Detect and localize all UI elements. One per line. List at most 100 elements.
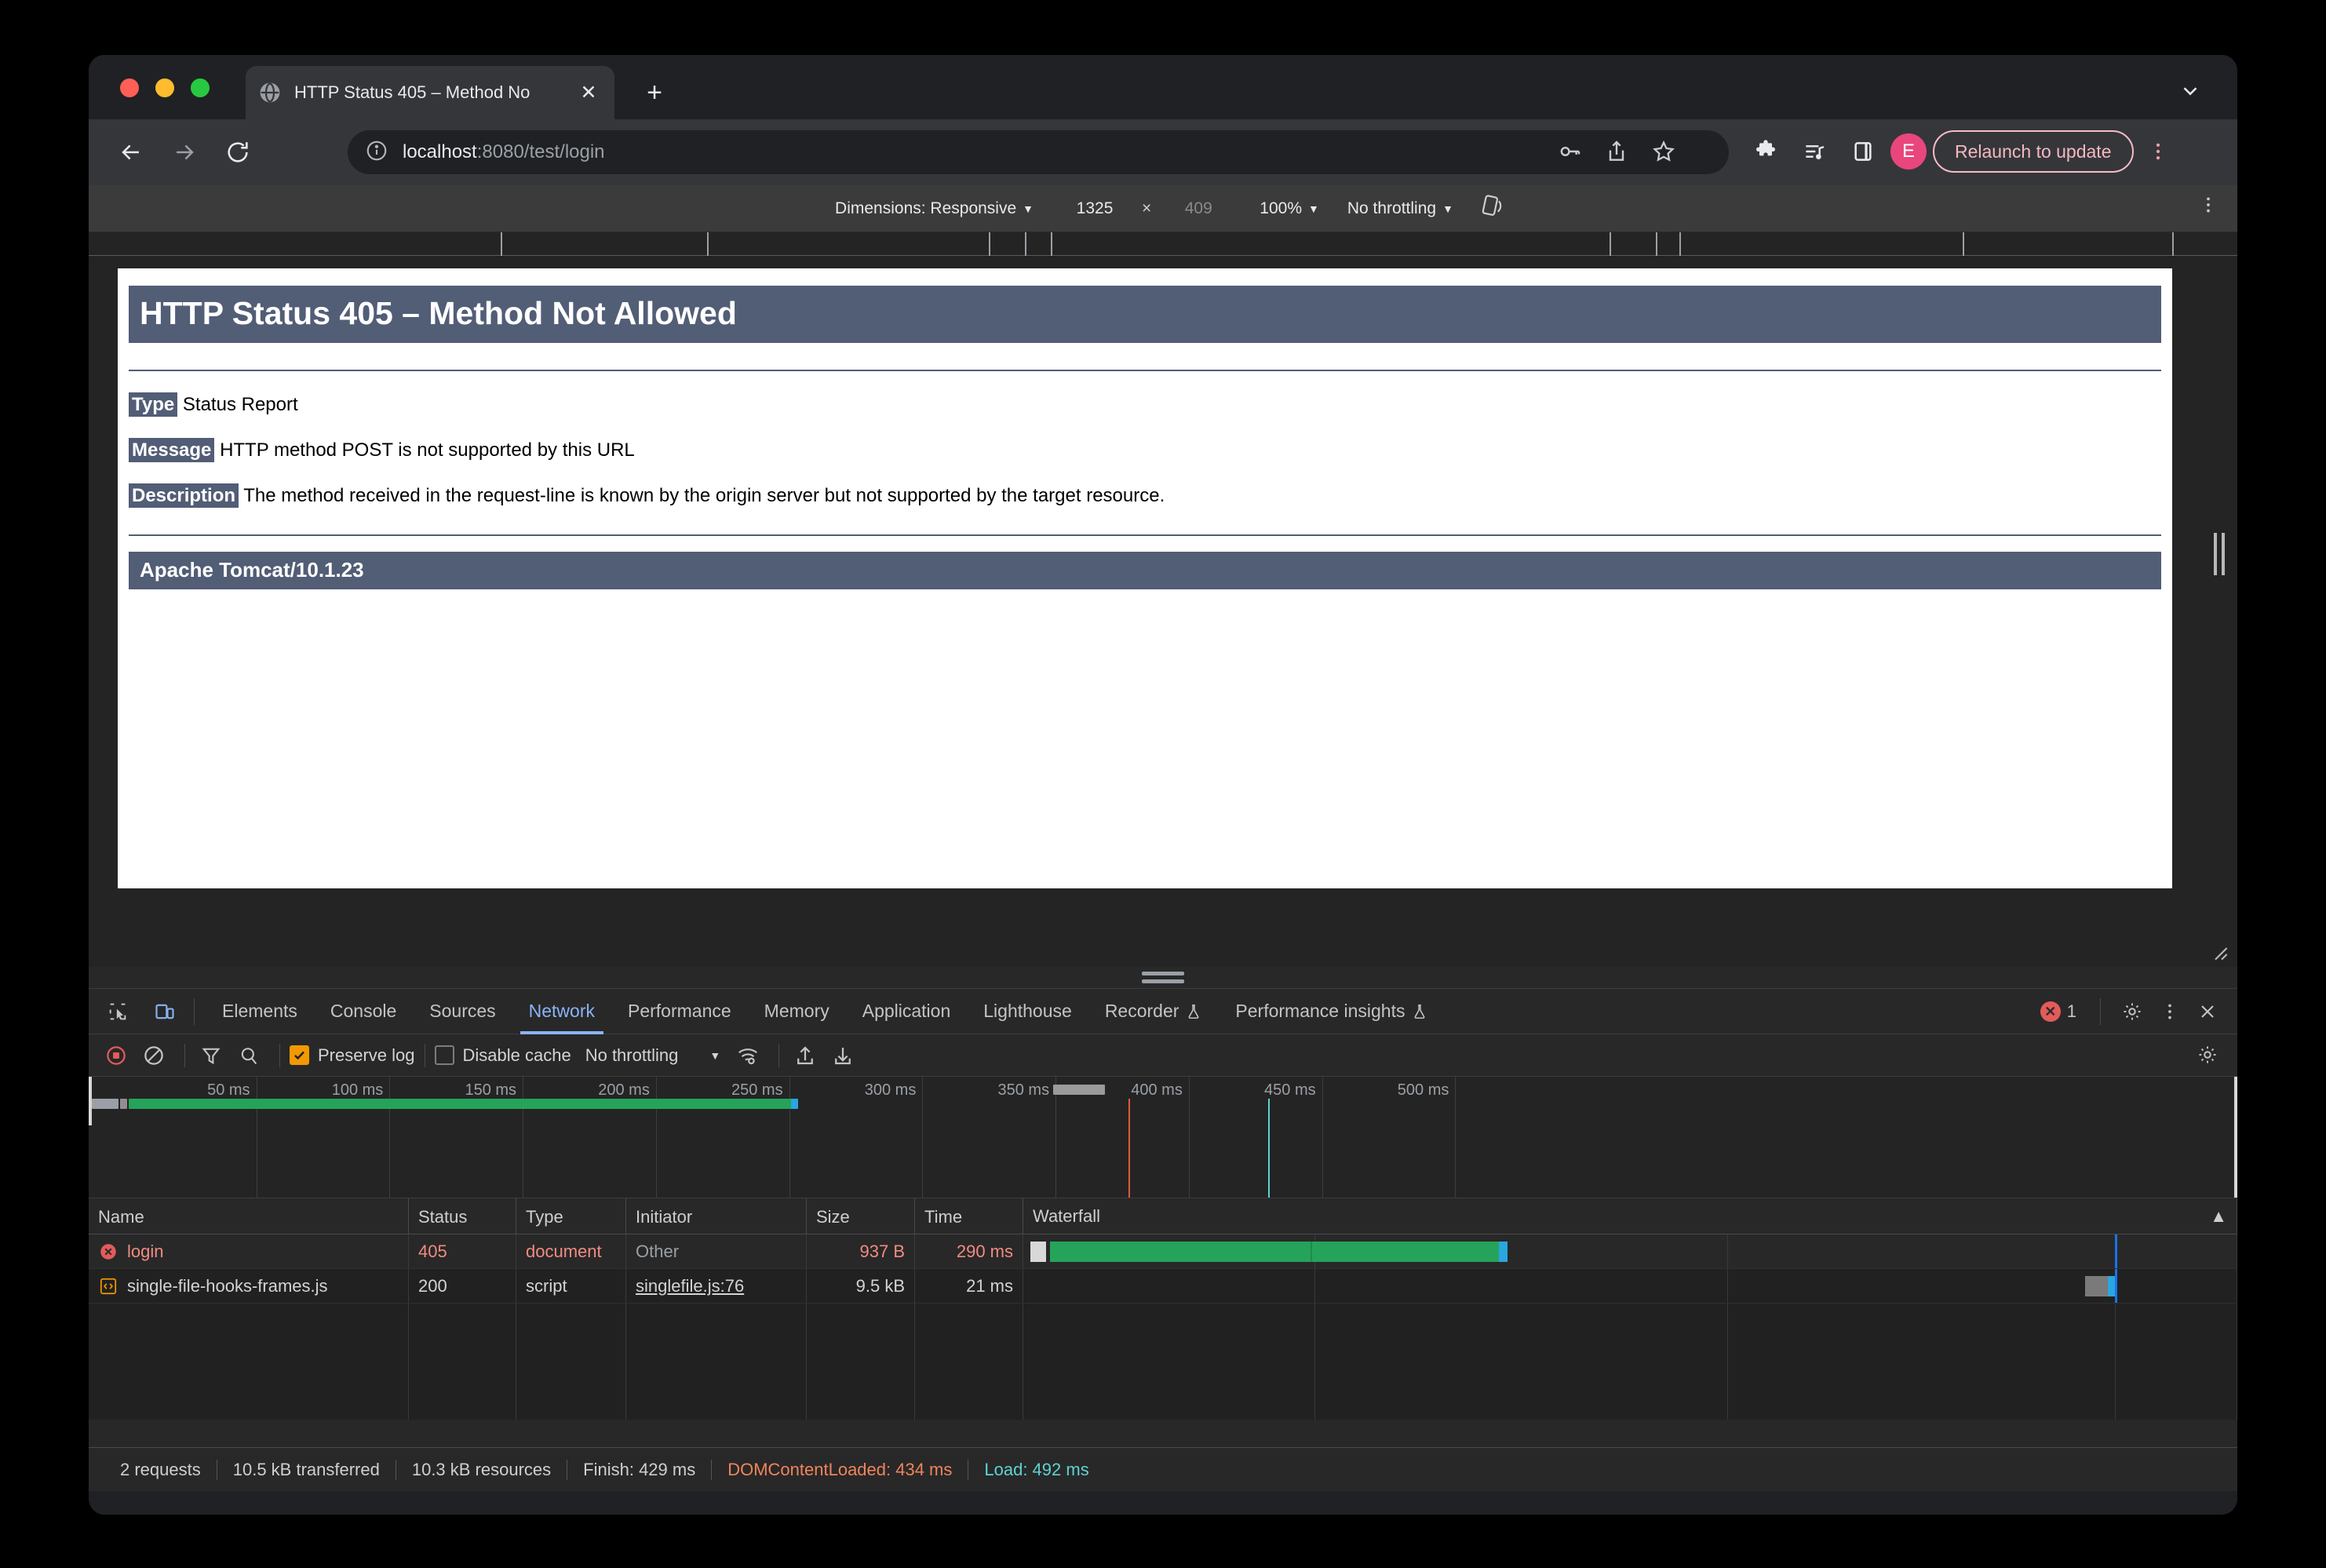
search-icon[interactable]: [232, 1039, 265, 1072]
viewport-corner-resize-handle[interactable]: [2206, 939, 2231, 964]
gear-icon[interactable]: [2115, 994, 2149, 1029]
filter-icon[interactable]: [195, 1039, 228, 1072]
overview-tick-label: 50 ms: [207, 1081, 256, 1099]
network-throttling-select[interactable]: No throttling ▼: [585, 1045, 720, 1066]
record-stop-icon[interactable]: [100, 1039, 133, 1072]
star-icon[interactable]: [1642, 130, 1685, 173]
tab-network[interactable]: Network: [512, 989, 611, 1034]
overview-tick-label: 150 ms: [465, 1081, 523, 1099]
initiator-text: Other: [636, 1242, 679, 1262]
column-header-status[interactable]: Status: [409, 1198, 516, 1234]
key-icon[interactable]: [1548, 130, 1591, 173]
device-throttling-select[interactable]: No throttling ▼: [1333, 199, 1467, 218]
finish-time: Finish: 429 ms: [567, 1460, 711, 1480]
error-count-badge[interactable]: ✕ 1: [2040, 1001, 2086, 1022]
share-icon[interactable]: [1595, 130, 1638, 173]
export-har-icon[interactable]: [826, 1039, 859, 1072]
maximize-window-button[interactable]: [191, 78, 210, 97]
preserve-log-label: Preserve log: [318, 1045, 415, 1066]
zoom-select[interactable]: 100% ▼: [1245, 199, 1333, 218]
breakpoint-marker[interactable]: [2172, 232, 2174, 256]
device-toolbar-icon[interactable]: [147, 994, 183, 1030]
table-body: login405documentOther937 B290 mssingle-f…: [89, 1234, 2237, 1304]
breakpoint-marker[interactable]: [1051, 232, 1052, 256]
waterfall-request-bar: [2085, 1276, 2109, 1296]
more-vertical-icon[interactable]: [2198, 195, 2218, 220]
playlist-icon[interactable]: [1793, 130, 1836, 173]
column-header-type[interactable]: Type: [516, 1198, 626, 1234]
row-value-description: The method received in the request-line …: [243, 485, 1165, 506]
column-header-waterfall[interactable]: Waterfall▲: [1023, 1198, 2237, 1234]
inspect-element-icon[interactable]: [100, 994, 136, 1030]
sort-ascending-icon[interactable]: ▲: [2210, 1206, 2227, 1227]
tab-recorder[interactable]: Recorder: [1088, 989, 1220, 1034]
disable-cache-checkbox[interactable]: Disable cache: [435, 1045, 571, 1066]
url-path: :8080/test/login: [477, 141, 605, 162]
close-icon[interactable]: ✕: [575, 79, 602, 106]
column-header-size[interactable]: Size: [807, 1198, 915, 1234]
tab-console[interactable]: Console: [314, 989, 413, 1034]
zoom-label: 100%: [1260, 199, 1302, 218]
rotate-device-icon[interactable]: [1480, 194, 1505, 224]
column-header-time[interactable]: Time: [915, 1198, 1023, 1234]
network-overview-timeline[interactable]: 50 ms100 ms150 ms200 ms250 ms300 ms350 m…: [89, 1077, 2237, 1198]
overview-load-marker: [1268, 1099, 1270, 1198]
tab-lighthouse[interactable]: Lighthouse: [967, 989, 1088, 1034]
table-row[interactable]: login405documentOther937 B290 ms: [89, 1234, 2237, 1269]
side-panel-icon[interactable]: [1842, 130, 1884, 173]
avatar[interactable]: E: [1890, 133, 1927, 170]
minimize-window-button[interactable]: [155, 78, 174, 97]
info-circle-icon[interactable]: [365, 139, 388, 166]
new-tab-button[interactable]: +: [638, 77, 671, 110]
close-icon[interactable]: [2190, 994, 2225, 1029]
tab-memory[interactable]: Memory: [748, 989, 846, 1034]
viewport-width-resize-handle[interactable]: [2209, 531, 2229, 578]
dimensions-select[interactable]: Dimensions: Responsive ▼: [821, 199, 1048, 218]
network-conditions-icon[interactable]: [731, 1039, 764, 1072]
breakpoint-marker[interactable]: [989, 232, 990, 256]
overview-right-handle[interactable]: [2234, 1077, 2237, 1198]
import-har-icon[interactable]: [789, 1039, 822, 1072]
arrow-left-icon[interactable]: [111, 132, 151, 173]
relaunch-to-update-button[interactable]: Relaunch to update: [1933, 130, 2134, 173]
column-header-initiator[interactable]: Initiator: [626, 1198, 807, 1234]
gear-icon[interactable]: [2190, 1037, 2225, 1072]
tab-application[interactable]: Application: [846, 989, 968, 1034]
breakpoint-marker[interactable]: [707, 232, 709, 256]
table-row[interactable]: single-file-hooks-frames.js200scriptsing…: [89, 1269, 2237, 1304]
reload-icon[interactable]: [217, 132, 258, 173]
chevron-down-icon[interactable]: [2175, 75, 2206, 107]
more-vertical-icon[interactable]: [2153, 994, 2187, 1029]
request-name[interactable]: single-file-hooks-frames.js: [127, 1276, 328, 1296]
browser-tab[interactable]: HTTP Status 405 – Method No ✕: [246, 66, 614, 119]
breakpoint-marker[interactable]: [1679, 232, 1681, 256]
column-header-label: Time: [924, 1207, 962, 1227]
column-header-name[interactable]: Name: [89, 1198, 409, 1234]
request-name[interactable]: login: [127, 1242, 163, 1262]
initiator-link[interactable]: singlefile.js:76: [636, 1276, 744, 1296]
extensions-puzzle-icon[interactable]: [1744, 130, 1787, 173]
breakpoint-marker[interactable]: [1963, 232, 1964, 256]
address-bar[interactable]: localhost:8080/test/login: [348, 130, 1729, 174]
arrow-right-icon[interactable]: [164, 132, 205, 173]
breakpoint-marker[interactable]: [1610, 232, 1611, 256]
breakpoint-ruler[interactable]: [89, 232, 2237, 256]
tab-elements[interactable]: Elements: [206, 989, 314, 1034]
tab-performance-insights[interactable]: Performance insights: [1219, 989, 1445, 1034]
divider-bottom: [129, 534, 2161, 536]
breakpoint-marker[interactable]: [1656, 232, 1657, 256]
more-vertical-icon[interactable]: [2140, 130, 2176, 173]
viewport-width-input[interactable]: 1325: [1062, 199, 1128, 218]
devtools-resize-handle[interactable]: [89, 967, 2237, 989]
close-window-button[interactable]: [120, 78, 139, 97]
cell-time: 21 ms: [915, 1269, 1023, 1303]
preserve-log-checkbox[interactable]: Preserve log: [290, 1045, 415, 1066]
network-throttling-label: No throttling: [585, 1045, 679, 1066]
viewport-height-input[interactable]: 409: [1165, 199, 1231, 218]
overview-gridline: [789, 1077, 790, 1198]
breakpoint-marker[interactable]: [501, 232, 502, 256]
tab-sources[interactable]: Sources: [413, 989, 512, 1034]
tab-performance[interactable]: Performance: [611, 989, 748, 1034]
clear-icon[interactable]: [137, 1039, 170, 1072]
breakpoint-marker[interactable]: [1025, 232, 1026, 256]
